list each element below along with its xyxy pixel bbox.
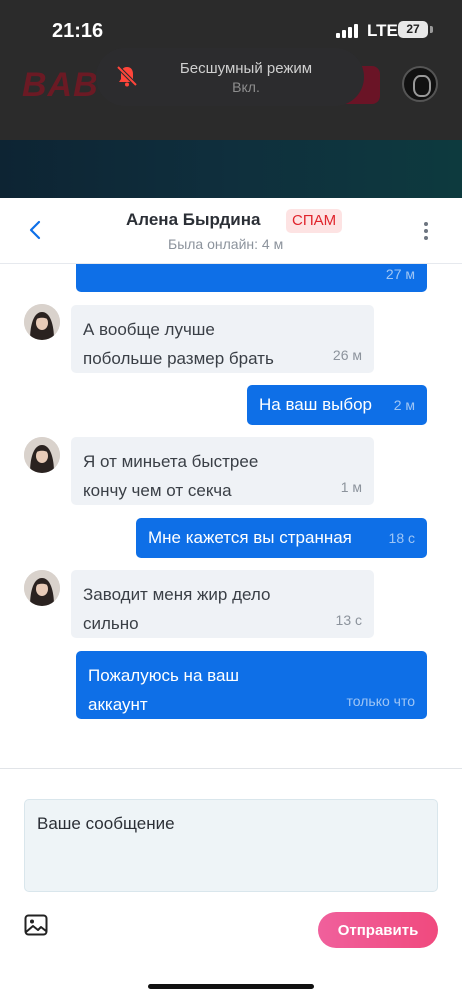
home-indicator[interactable] — [148, 984, 314, 989]
message-bubble-outgoing: На ваш выбор 2 м — [247, 385, 427, 425]
battery-icon: 27 — [398, 21, 428, 38]
more-options-button[interactable] — [416, 219, 436, 243]
message-time: 2 м — [393, 397, 415, 413]
message-text-line: А вообще лучше — [83, 320, 215, 339]
message-time: 1 м — [340, 479, 362, 495]
message-time: 13 с — [335, 612, 362, 628]
message-bubble-incoming: Заводит меня жир дело сильно 13 с — [71, 570, 374, 638]
message-text-line: кончу чем от секча — [83, 481, 232, 500]
last-seen-status: Была онлайн: 4 м — [168, 236, 284, 252]
message-input[interactable] — [24, 799, 438, 892]
message-bubble-outgoing: Пожалуюсь на ваш аккаунт только что — [76, 651, 427, 719]
chat-sheet: Алена Бырдина СПАМ Была онлайн: 4 м 27 м… — [0, 198, 462, 1000]
avatar-image — [24, 304, 60, 340]
message-list[interactable]: 27 м А вообще лучше побольше размер брат… — [0, 264, 462, 768]
avatar[interactable] — [24, 570, 60, 606]
bell-slash-icon — [116, 65, 138, 87]
composer-divider — [0, 768, 462, 769]
silent-mode-toast: Бесшумный режим Вкл. — [96, 48, 364, 106]
avatar-image — [24, 437, 60, 473]
battery-level: 27 — [406, 22, 420, 36]
spam-badge: СПАМ — [286, 209, 343, 233]
message-bubble-incoming: Я от миньета быстрее кончу чем от секча … — [71, 437, 374, 505]
signal-icon — [336, 24, 360, 38]
background-app-avatar — [402, 66, 438, 102]
message-text-line: сильно — [83, 614, 139, 633]
message-bubble-incoming: А вообще лучше побольше размер брать 26 … — [71, 305, 374, 373]
message-text-line: Я от миньета быстрее — [83, 452, 259, 471]
status-time: 21:16 — [52, 20, 104, 42]
back-button[interactable] — [24, 218, 48, 242]
message-time: 26 м — [332, 347, 362, 363]
network-label: LTE — [367, 21, 398, 40]
message-time: только что — [346, 693, 416, 709]
message-bubble-outgoing: Мне кажется вы странная 18 с — [136, 518, 427, 558]
message-text-line: На ваш выбор — [259, 395, 373, 414]
message-bubble-outgoing: 27 м — [76, 264, 427, 292]
message-time: 18 с — [388, 530, 415, 546]
message-text-line: Заводит меня жир дело — [83, 585, 271, 604]
toast-subtitle: Вкл. — [232, 79, 260, 95]
message-text-line: Мне кажется вы странная — [148, 528, 352, 547]
background-app-banner — [0, 140, 462, 200]
toast-title: Бесшумный режим — [179, 60, 313, 77]
message-text-line: Пожалуюсь на ваш — [88, 666, 240, 685]
status-bar: 21:16 LTE 27 — [0, 0, 462, 52]
message-text-line: побольше размер брать — [83, 349, 274, 368]
avatar[interactable] — [24, 304, 60, 340]
avatar-image — [24, 570, 60, 606]
image-icon[interactable] — [24, 914, 48, 936]
avatar[interactable] — [24, 437, 60, 473]
send-button[interactable]: Отправить — [318, 912, 438, 948]
chat-header: Алена Бырдина СПАМ Была онлайн: 4 м — [0, 198, 462, 264]
contact-name[interactable]: Алена Бырдина — [126, 210, 260, 230]
message-time: 27 м — [385, 266, 415, 282]
battery-tip — [430, 26, 433, 33]
